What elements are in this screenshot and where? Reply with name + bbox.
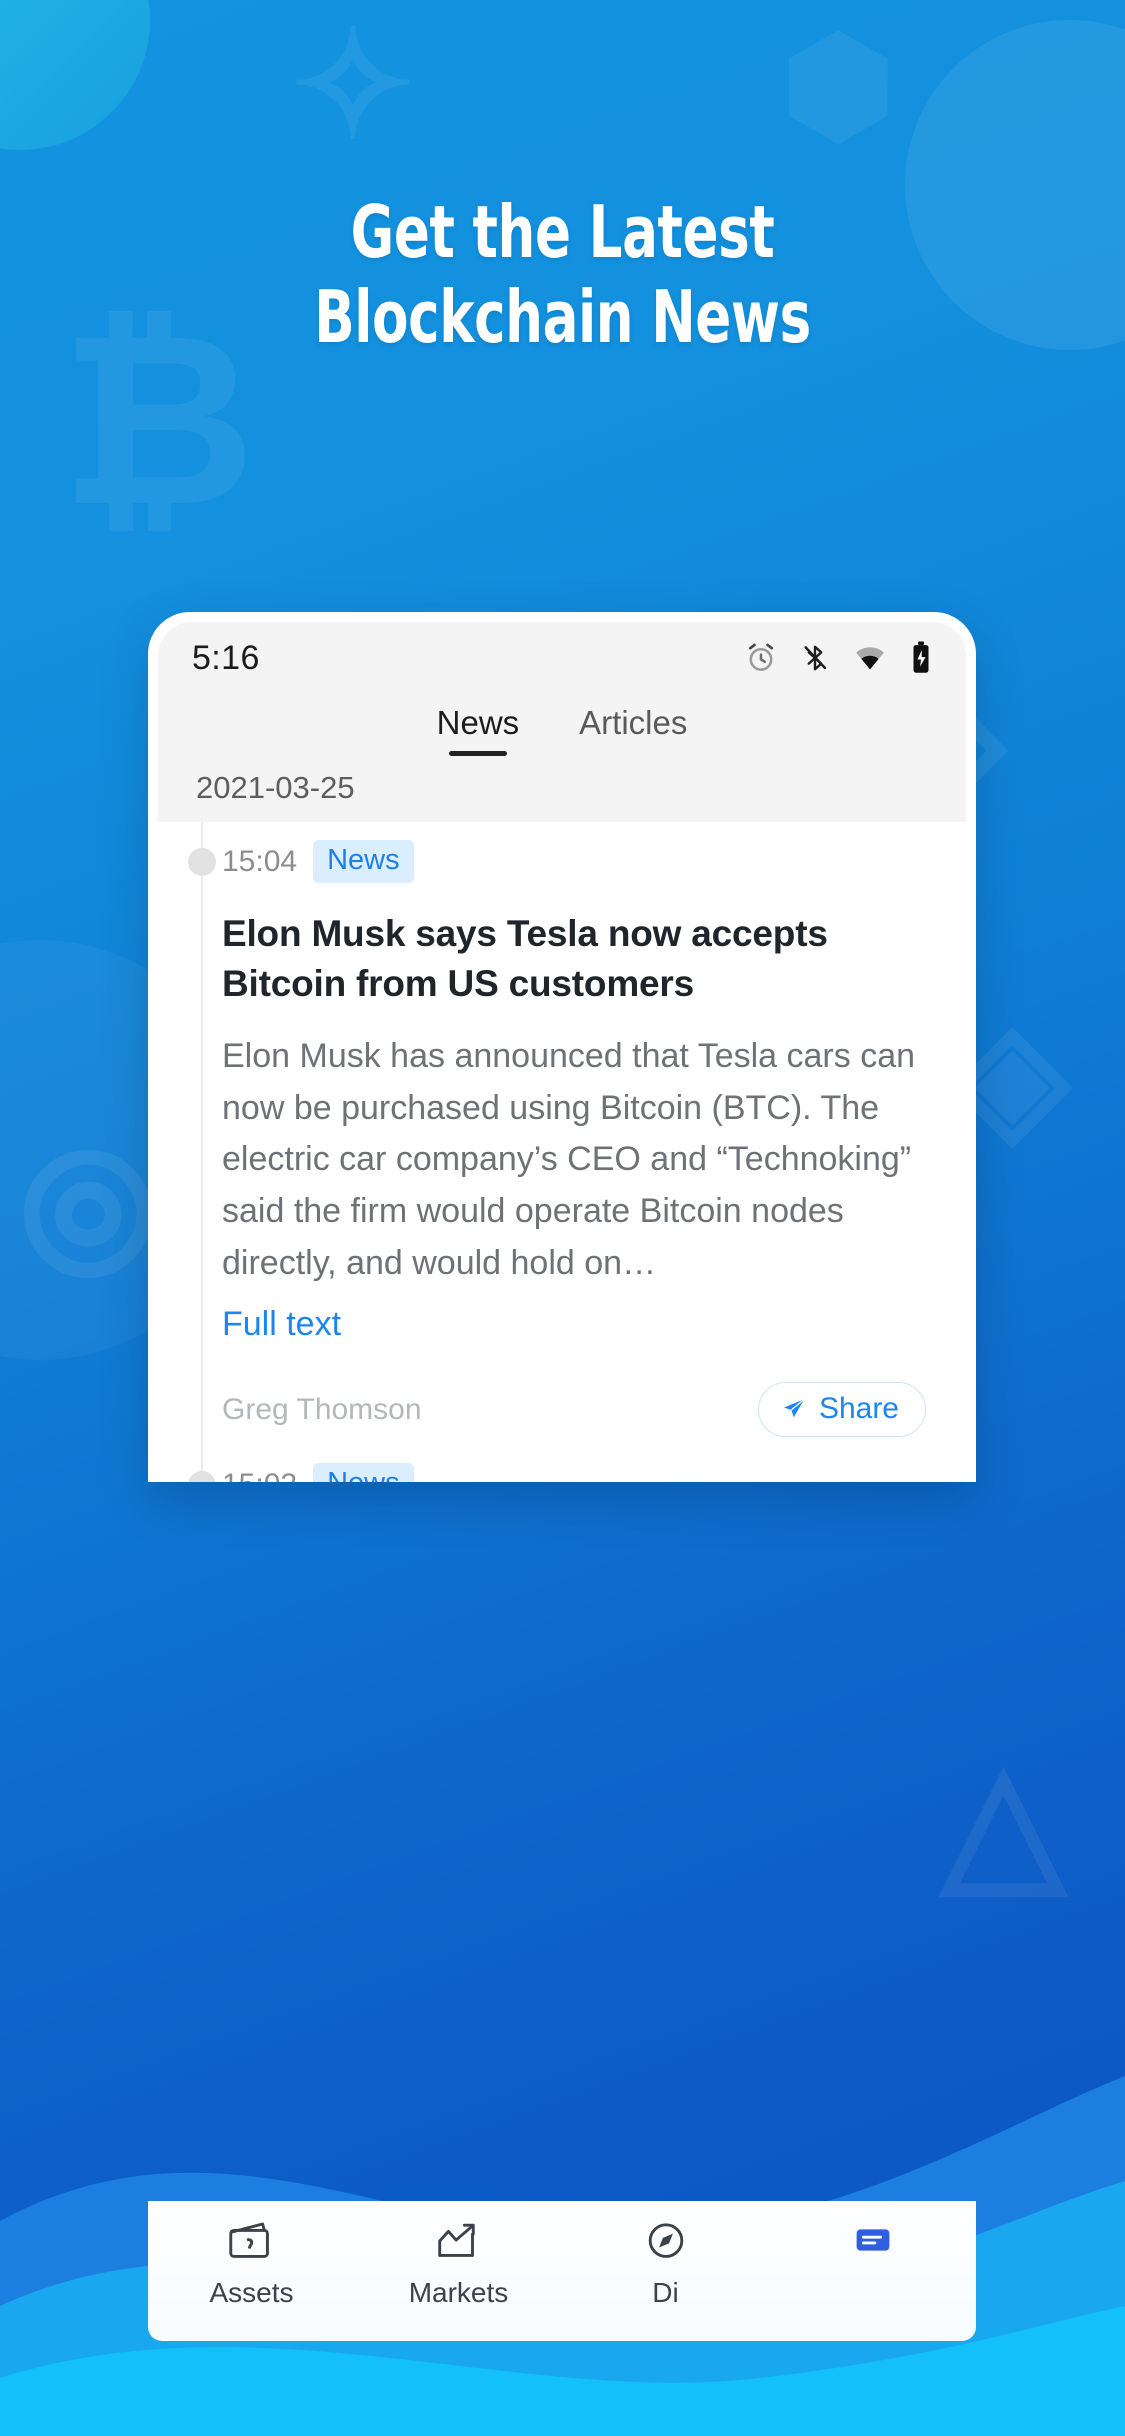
battery-charging-icon <box>913 641 929 673</box>
share-button-label: Share <box>818 1392 899 1426</box>
news-icon <box>856 2229 889 2251</box>
headline-line-2: Blockchain News <box>314 274 811 359</box>
news-item-title[interactable]: Elon Musk says Tesla now accepts Bitcoin… <box>222 909 932 1009</box>
news-item-footer: Greg Thomson Share <box>222 1382 932 1438</box>
news-feed: 15:04 News Elon Musk says Tesla now acce… <box>158 822 966 1482</box>
nav-item-label: Assets <box>209 2277 294 2308</box>
hexagon-watermark-icon: ⬢ <box>781 12 896 158</box>
timeline-dot-icon <box>188 848 216 876</box>
phone-screen: 5:16 News Articles 2021-03-25 15:04 News… <box>158 622 966 1482</box>
news-item-badge: News <box>313 840 414 883</box>
nav-item-news[interactable] <box>769 2217 976 2277</box>
tron-watermark-icon: △ <box>941 1730 1065 1909</box>
news-item-meta: 15:04 News <box>222 840 932 883</box>
feed-date-header: 2021-03-25 <box>158 770 966 822</box>
news-item-summary: Elon Musk has announced that Tesla cars … <box>222 1036 916 1282</box>
news-item-time: 15:02 <box>222 1468 297 1482</box>
news-item-author: Greg Thomson <box>222 1392 422 1426</box>
tab-articles[interactable]: Articles <box>575 700 691 758</box>
nav-item-label: Markets <box>408 2277 509 2308</box>
wifi-icon <box>856 647 884 670</box>
nav-item-label: Di <box>652 2277 679 2308</box>
wallet-icon <box>228 2222 269 2258</box>
bluetooth-disabled-icon <box>804 645 827 671</box>
news-item-time: 15:04 <box>222 844 298 878</box>
status-bar-icons <box>744 640 932 676</box>
promo-headline: Get the Latest Blockchain News <box>101 190 1024 360</box>
news-item-badge: News <box>313 1463 414 1482</box>
bottom-navigation: Assets Markets Di <box>148 2201 976 2341</box>
full-text-link[interactable]: Full text <box>222 1305 341 1344</box>
phone-mockup: 5:16 News Articles 2021-03-25 15:04 News… <box>148 612 976 1482</box>
news-item[interactable]: 15:04 News Elon Musk says Tesla now acce… <box>158 822 966 1445</box>
tab-news[interactable]: News <box>433 700 524 758</box>
timeline-dot-icon <box>188 1471 216 1482</box>
share-button[interactable]: Share <box>757 1382 926 1438</box>
droplet-watermark-icon: ✧ <box>290 1 416 169</box>
content-tabs: News Articles <box>158 694 966 770</box>
compass-icon <box>648 2223 683 2258</box>
news-item[interactable]: 15:02 News Bank of International Settlem… <box>158 1445 966 1482</box>
decor-blob-top-left <box>0 0 150 150</box>
nav-item-discover[interactable]: Di <box>562 2217 769 2309</box>
share-send-icon <box>783 1398 805 1418</box>
news-item-meta: 15:02 News <box>222 1463 932 1482</box>
alarm-icon <box>748 643 774 671</box>
nav-item-markets[interactable]: Markets <box>355 2217 562 2309</box>
headline-line-1: Get the Latest <box>350 190 775 274</box>
status-bar-clock: 5:16 <box>192 638 260 677</box>
chart-line-icon <box>437 2223 475 2257</box>
status-bar: 5:16 <box>158 622 966 694</box>
polkadot-watermark-icon: ⦾ <box>20 1120 157 1310</box>
nav-item-assets[interactable]: Assets <box>148 2217 355 2309</box>
